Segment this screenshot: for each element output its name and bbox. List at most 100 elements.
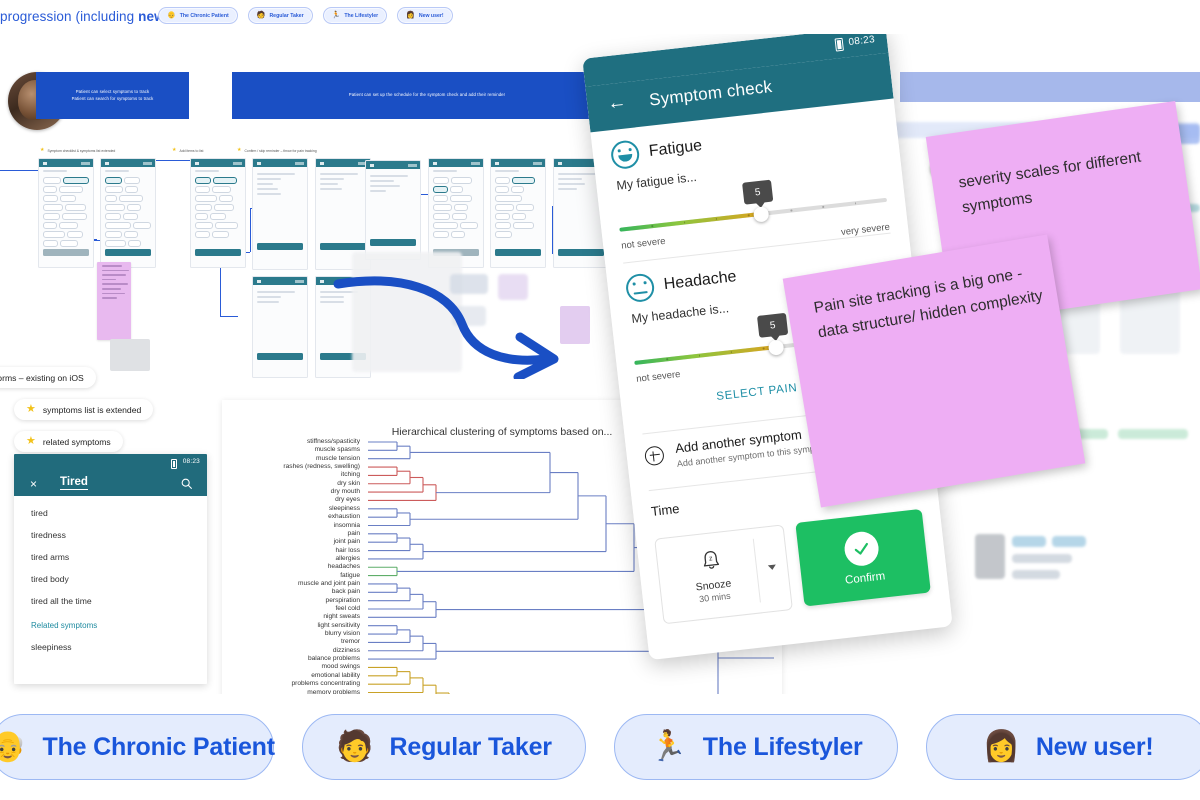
background-block <box>1052 536 1086 547</box>
snooze-button[interactable]: z Snooze 30 mins <box>654 524 793 625</box>
wireframe-card[interactable] <box>365 160 421 260</box>
banner-schedule: Patient can set up the schedule for the … <box>232 72 622 119</box>
phone-title: Symptom check <box>648 76 774 110</box>
search-results-list: tired tiredness tired arms tired body ti… <box>14 496 207 658</box>
persona-avatar-icon: 👴 <box>167 12 176 19</box>
slider-knob[interactable] <box>752 205 769 223</box>
symptom-name: Headache <box>662 268 738 294</box>
star-icon: ★ <box>172 147 177 153</box>
top-persona-pill-lifestyler[interactable]: 🏃 The Lifestyler <box>322 7 388 24</box>
label-pill-platforms[interactable]: on both platforms – existing on iOS <box>0 367 96 388</box>
persona-avatar-icon: 🏃 <box>649 730 687 763</box>
banner-select-symptoms: Patient can select symptoms to track Pat… <box>36 72 189 119</box>
sad-face-icon <box>624 272 656 304</box>
wireframe-header <box>429 159 483 167</box>
sticky-note-pain-site[interactable]: Pain site tracking is a big one - data s… <box>782 234 1086 508</box>
flow-connector <box>0 170 38 171</box>
slider-fill <box>619 212 759 232</box>
list-item[interactable]: tiredness <box>14 524 207 546</box>
battery-icon <box>171 458 177 469</box>
slider-low-label: not severe <box>620 235 667 252</box>
persona-pill-label: The Chronic Patient <box>42 732 276 761</box>
persona-pill-chronic-patient[interactable]: 👴 The Chronic Patient <box>0 714 276 780</box>
wireframe-header <box>253 277 307 285</box>
top-persona-pill-label: Regular Taker <box>269 12 304 19</box>
flow-note-2: ★ Add items to list <box>172 148 203 153</box>
plus-circle-icon <box>643 445 665 467</box>
sticky-note-text: Pain site tracking is a big one - data s… <box>812 265 1044 342</box>
list-item[interactable]: tired body <box>14 568 207 590</box>
persona-avatar-icon: 👩 <box>406 12 415 19</box>
top-bar: progression (including new users!) 👴 The… <box>0 0 1200 34</box>
flow-connector <box>220 316 238 317</box>
battery-icon <box>834 37 844 52</box>
persona-pill-lifestyler[interactable]: 🏃 The Lifestyler <box>614 714 898 780</box>
search-phone-statusbar: 08:23 <box>14 454 207 471</box>
persona-avatar-icon: 🧑 <box>336 730 374 763</box>
top-persona-pill-label: New user! <box>418 12 444 19</box>
wireframe-card[interactable] <box>38 158 94 268</box>
chevron-down-icon[interactable] <box>767 564 776 571</box>
star-icon: ★ <box>40 147 45 153</box>
back-arrow-icon[interactable]: ← <box>606 91 627 114</box>
wireframe-card[interactable] <box>252 276 308 378</box>
slider-fill <box>634 345 774 365</box>
top-persona-pill-label: The Chronic Patient <box>179 12 229 19</box>
snooze-subtitle: 30 mins <box>698 590 732 605</box>
wireframe-header <box>191 159 245 167</box>
persona-pill-new-user[interactable]: 👩 New user! <box>926 714 1200 780</box>
flow-connector <box>250 208 251 252</box>
persona-avatar-icon: 👴 <box>0 730 27 763</box>
list-item[interactable]: tired all the time <box>14 590 207 612</box>
wireframe-card[interactable] <box>100 158 156 268</box>
top-persona-pill-new-user[interactable]: 👩 New user! <box>397 7 453 24</box>
close-icon[interactable]: × <box>30 478 37 490</box>
flow-note-label: Confirm / skip reminder – throw for pain… <box>244 148 317 153</box>
search-input[interactable]: Tired <box>60 476 88 490</box>
confirm-label: Confirm <box>844 569 886 587</box>
star-icon: ★ <box>237 147 242 153</box>
persona-avatar-icon: 🧑 <box>256 12 266 19</box>
status-time: 08:23 <box>182 458 200 465</box>
list-item[interactable]: sleepiness <box>14 636 207 658</box>
list-item[interactable]: tired arms <box>14 546 207 568</box>
symptom-name: Fatigue <box>648 137 703 160</box>
star-icon: ★ <box>26 435 36 447</box>
wireframe-card[interactable] <box>190 158 246 268</box>
symptom-search-phone: 08:23 × Tired tired tiredness tired arms… <box>14 454 207 684</box>
banner-line-2: Patient can search for symptoms to track <box>71 95 154 101</box>
wireframe-header <box>316 159 370 167</box>
persona-pill-label: New user! <box>1035 732 1154 761</box>
banner-text: Patient can select symptoms to track Pat… <box>72 89 154 102</box>
top-persona-pill-label: The Lifestyler <box>344 12 379 19</box>
label-pill-related-symptoms[interactable]: ★ related symptoms <box>14 431 123 452</box>
wireframe-card[interactable] <box>252 158 308 270</box>
banner-text: Patient can set up the schedule for the … <box>348 92 506 98</box>
search-icon[interactable] <box>180 477 193 490</box>
banner-background <box>900 72 1200 102</box>
related-symptoms-header: Related symptoms <box>31 621 98 630</box>
flow-note-label: Symptom checklist & symptoms list extend… <box>47 148 116 153</box>
background-block <box>1012 536 1046 547</box>
neutral-face-icon <box>609 139 641 171</box>
flow-note-3: ★ Confirm / skip reminder – throw for pa… <box>237 148 317 153</box>
flow-sticky-note[interactable] <box>97 262 131 340</box>
top-persona-pill-chronic-patient[interactable]: 👴 The Chronic Patient <box>158 7 238 24</box>
top-persona-pill-regular-taker[interactable]: 🧑 Regular Taker <box>247 7 313 24</box>
status-time: 08:23 <box>847 34 876 49</box>
blue-arrow-icon <box>333 276 559 379</box>
wireframe-header <box>101 159 155 167</box>
banner-line-1: Patient can select symptoms to track <box>75 89 150 95</box>
slider-value-bubble: 5 <box>756 312 789 338</box>
list-item[interactable]: tired <box>14 502 207 524</box>
slider-knob[interactable] <box>767 338 784 356</box>
wireframe-header <box>491 159 545 167</box>
confirm-button[interactable]: Confirm <box>794 508 931 607</box>
snooze-bell-icon: z <box>703 551 719 569</box>
label-pill-symptoms-extended[interactable]: ★ symptoms list is extended <box>14 399 154 420</box>
persona-pill-regular-taker[interactable]: 🧑 Regular Taker <box>302 714 586 780</box>
search-phone-appbar: × Tired <box>14 471 207 496</box>
persona-pill-bar: 👴 The Chronic Patient 🧑 Regular Taker 🏃 … <box>0 694 1200 800</box>
svg-text:z: z <box>708 555 713 562</box>
flow-grey-card <box>110 339 150 371</box>
